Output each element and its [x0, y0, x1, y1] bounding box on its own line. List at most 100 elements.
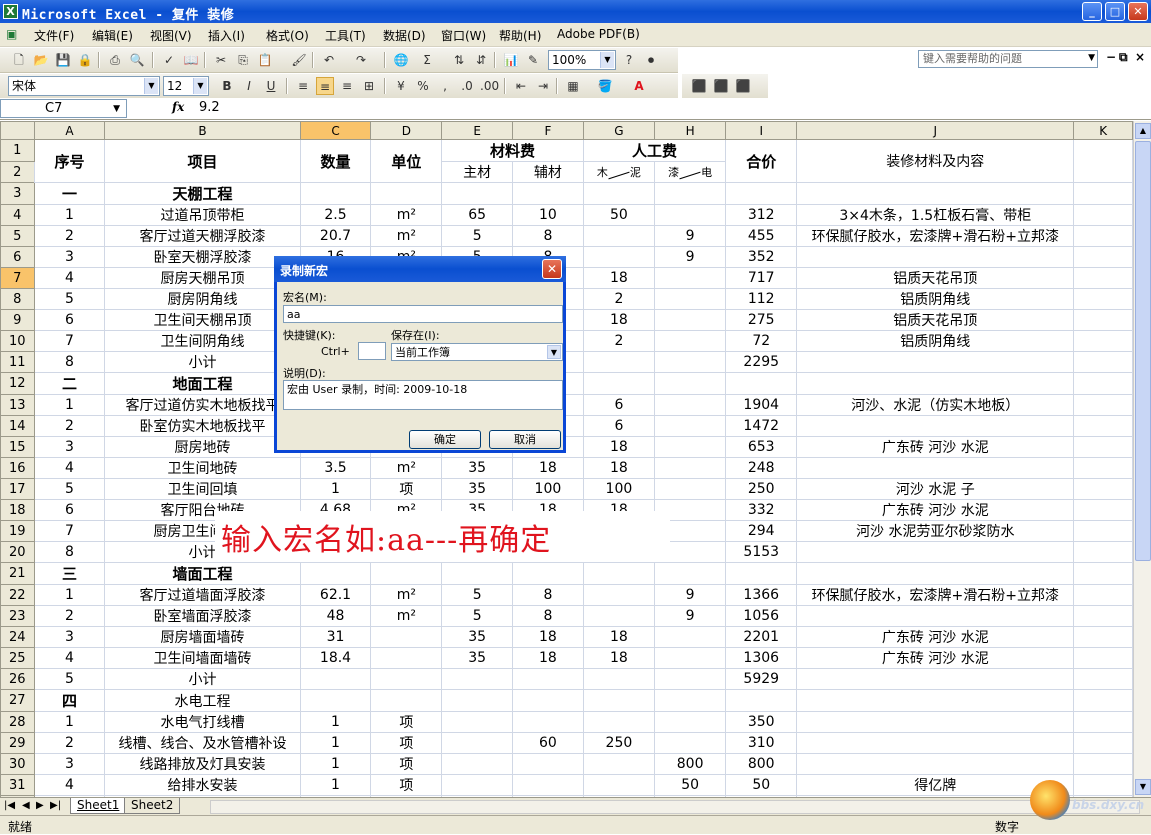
next-sheet-icon[interactable]: ▶ — [36, 800, 44, 811]
cell-k[interactable] — [1073, 139, 1133, 183]
cell-j[interactable] — [796, 753, 1075, 775]
cell-e[interactable]: 35 — [441, 478, 514, 500]
sort-ascending-icon[interactable]: ⇅ — [450, 51, 468, 69]
cell-k[interactable] — [1073, 499, 1133, 521]
cell-g[interactable] — [582, 182, 656, 205]
cell-j[interactable]: 铝质阴角线 — [796, 288, 1075, 310]
fill-color-icon[interactable]: 🪣 — [596, 77, 614, 95]
chevron-down-icon[interactable]: ▼ — [600, 52, 614, 68]
cell-b[interactable]: 线槽、线合、及水管槽补设 — [104, 732, 301, 754]
cell-g[interactable]: 18 — [582, 267, 656, 289]
help-icon[interactable]: ? — [620, 51, 638, 69]
cell-j[interactable] — [796, 562, 1075, 585]
cell-g[interactable] — [582, 774, 656, 796]
cell-d[interactable]: 项 — [370, 774, 443, 796]
cell-g[interactable] — [582, 753, 656, 775]
cell-g[interactable] — [582, 225, 656, 247]
menu-data[interactable]: 数据(D) — [383, 27, 426, 44]
cell-b[interactable]: 卫生间天棚吊顶 — [104, 309, 301, 331]
cell-b[interactable]: 小计 — [104, 668, 301, 690]
column-header[interactable]: J — [796, 121, 1075, 140]
cell-k[interactable] — [1073, 562, 1133, 585]
cell-k[interactable] — [1073, 541, 1133, 563]
cell-c[interactable]: 1 — [299, 711, 372, 733]
cell-g[interactable] — [582, 246, 656, 268]
menu-adobe-pdf[interactable]: Adobe PDF(B) — [557, 27, 640, 41]
cell-a[interactable]: 3 — [33, 753, 106, 775]
open-folder-icon[interactable]: 📂 — [32, 51, 50, 69]
cell-h[interactable] — [654, 562, 727, 585]
column-header[interactable]: K — [1073, 121, 1133, 140]
cell-d[interactable]: 项 — [370, 711, 443, 733]
formula-input[interactable]: 9.2 — [199, 100, 220, 115]
cell-i[interactable]: 717 — [725, 267, 798, 289]
research-icon[interactable]: 📖 — [182, 51, 200, 69]
cell-c[interactable]: 2.5 — [299, 204, 372, 226]
cell-a[interactable]: 6 — [33, 309, 106, 331]
cell-c[interactable] — [299, 562, 372, 585]
row-header[interactable]: 19 — [0, 520, 35, 542]
pdf-convert-icon[interactable]: ⬛ — [690, 77, 708, 95]
cell-a[interactable]: 二 — [33, 372, 106, 395]
cell-i[interactable]: 1472 — [725, 415, 798, 437]
column-header[interactable]: G — [582, 121, 656, 140]
cell-e[interactable] — [441, 711, 514, 733]
minimize-button[interactable]: _ — [1082, 2, 1102, 21]
horizontal-scrollbar[interactable] — [210, 800, 1140, 814]
column-header[interactable]: F — [512, 121, 584, 140]
menu-help[interactable]: 帮助(H) — [499, 27, 541, 44]
column-header[interactable]: B — [104, 121, 301, 140]
doc-minimize-button[interactable]: − — [1106, 50, 1116, 64]
cell-b[interactable]: 卧室墙面浮胶漆 — [104, 605, 301, 627]
cell-g[interactable]: 250 — [582, 732, 656, 754]
chevron-down-icon[interactable]: ▼ — [113, 101, 120, 118]
save-icon[interactable]: 💾 — [54, 51, 72, 69]
workbook-icon[interactable]: ▣ — [6, 27, 17, 41]
cell-j[interactable]: 广东砖 河沙 水泥 — [796, 647, 1075, 669]
cell-e[interactable] — [441, 774, 514, 796]
cell-g[interactable] — [582, 689, 656, 712]
cell-j[interactable] — [796, 182, 1075, 205]
cell-k[interactable] — [1073, 584, 1133, 606]
cell-c[interactable] — [299, 689, 372, 712]
cell-e[interactable]: 35 — [441, 457, 514, 479]
decrease-decimal-icon[interactable]: .00 — [480, 77, 499, 95]
cell-i[interactable]: 1056 — [725, 605, 798, 627]
cell-i[interactable] — [725, 372, 798, 395]
cell-a[interactable]: 1 — [33, 584, 106, 606]
cell-h[interactable] — [654, 711, 727, 733]
cell-b[interactable]: 卧室仿实木地板找平 — [104, 415, 301, 437]
cell-h[interactable]: 800 — [654, 753, 727, 775]
cell-a[interactable]: 7 — [33, 520, 106, 542]
sheet-tab-sheet2[interactable]: Sheet2 — [124, 798, 181, 814]
cell-i[interactable]: 72 — [725, 330, 798, 352]
menu-format[interactable]: 格式(O) — [266, 27, 309, 44]
cell-g[interactable]: 6 — [582, 394, 656, 416]
header-unit[interactable]: 单位 — [370, 139, 443, 183]
cell-i[interactable]: 1904 — [725, 394, 798, 416]
cell-b[interactable]: 水电气打线槽 — [104, 711, 301, 733]
doc-restore-button[interactable]: ⧉ — [1119, 50, 1128, 65]
menu-view[interactable]: 视图(V) — [150, 27, 192, 44]
bold-icon[interactable]: B — [218, 77, 236, 95]
cell-i[interactable]: 653 — [725, 436, 798, 458]
cell-h[interactable] — [654, 394, 727, 416]
cell-f[interactable]: 100 — [512, 478, 584, 500]
row-header[interactable]: 7 — [0, 267, 35, 289]
cell-b[interactable]: 厨房地砖 — [104, 436, 301, 458]
cell-g[interactable]: 2 — [582, 288, 656, 310]
format-painter-icon[interactable]: 🖌 — [290, 51, 308, 69]
cell-b[interactable]: 客厅过道墙面浮胶漆 — [104, 584, 301, 606]
header-labor[interactable]: 人工费 — [582, 139, 727, 162]
row-header[interactable]: 26 — [0, 668, 35, 690]
cell-h[interactable] — [654, 267, 727, 289]
font-name-select[interactable]: 宋体 ▼ — [8, 76, 160, 96]
cell-g[interactable] — [582, 605, 656, 627]
header-labor-wood-mud[interactable]: 木泥 — [582, 161, 656, 183]
cell-k[interactable] — [1073, 309, 1133, 331]
cell-b[interactable]: 给排水安装 — [104, 774, 301, 796]
cell-j[interactable] — [796, 457, 1075, 479]
cell-k[interactable] — [1073, 246, 1133, 268]
cell-i[interactable]: 1366 — [725, 584, 798, 606]
row-header[interactable]: 21 — [0, 562, 35, 585]
